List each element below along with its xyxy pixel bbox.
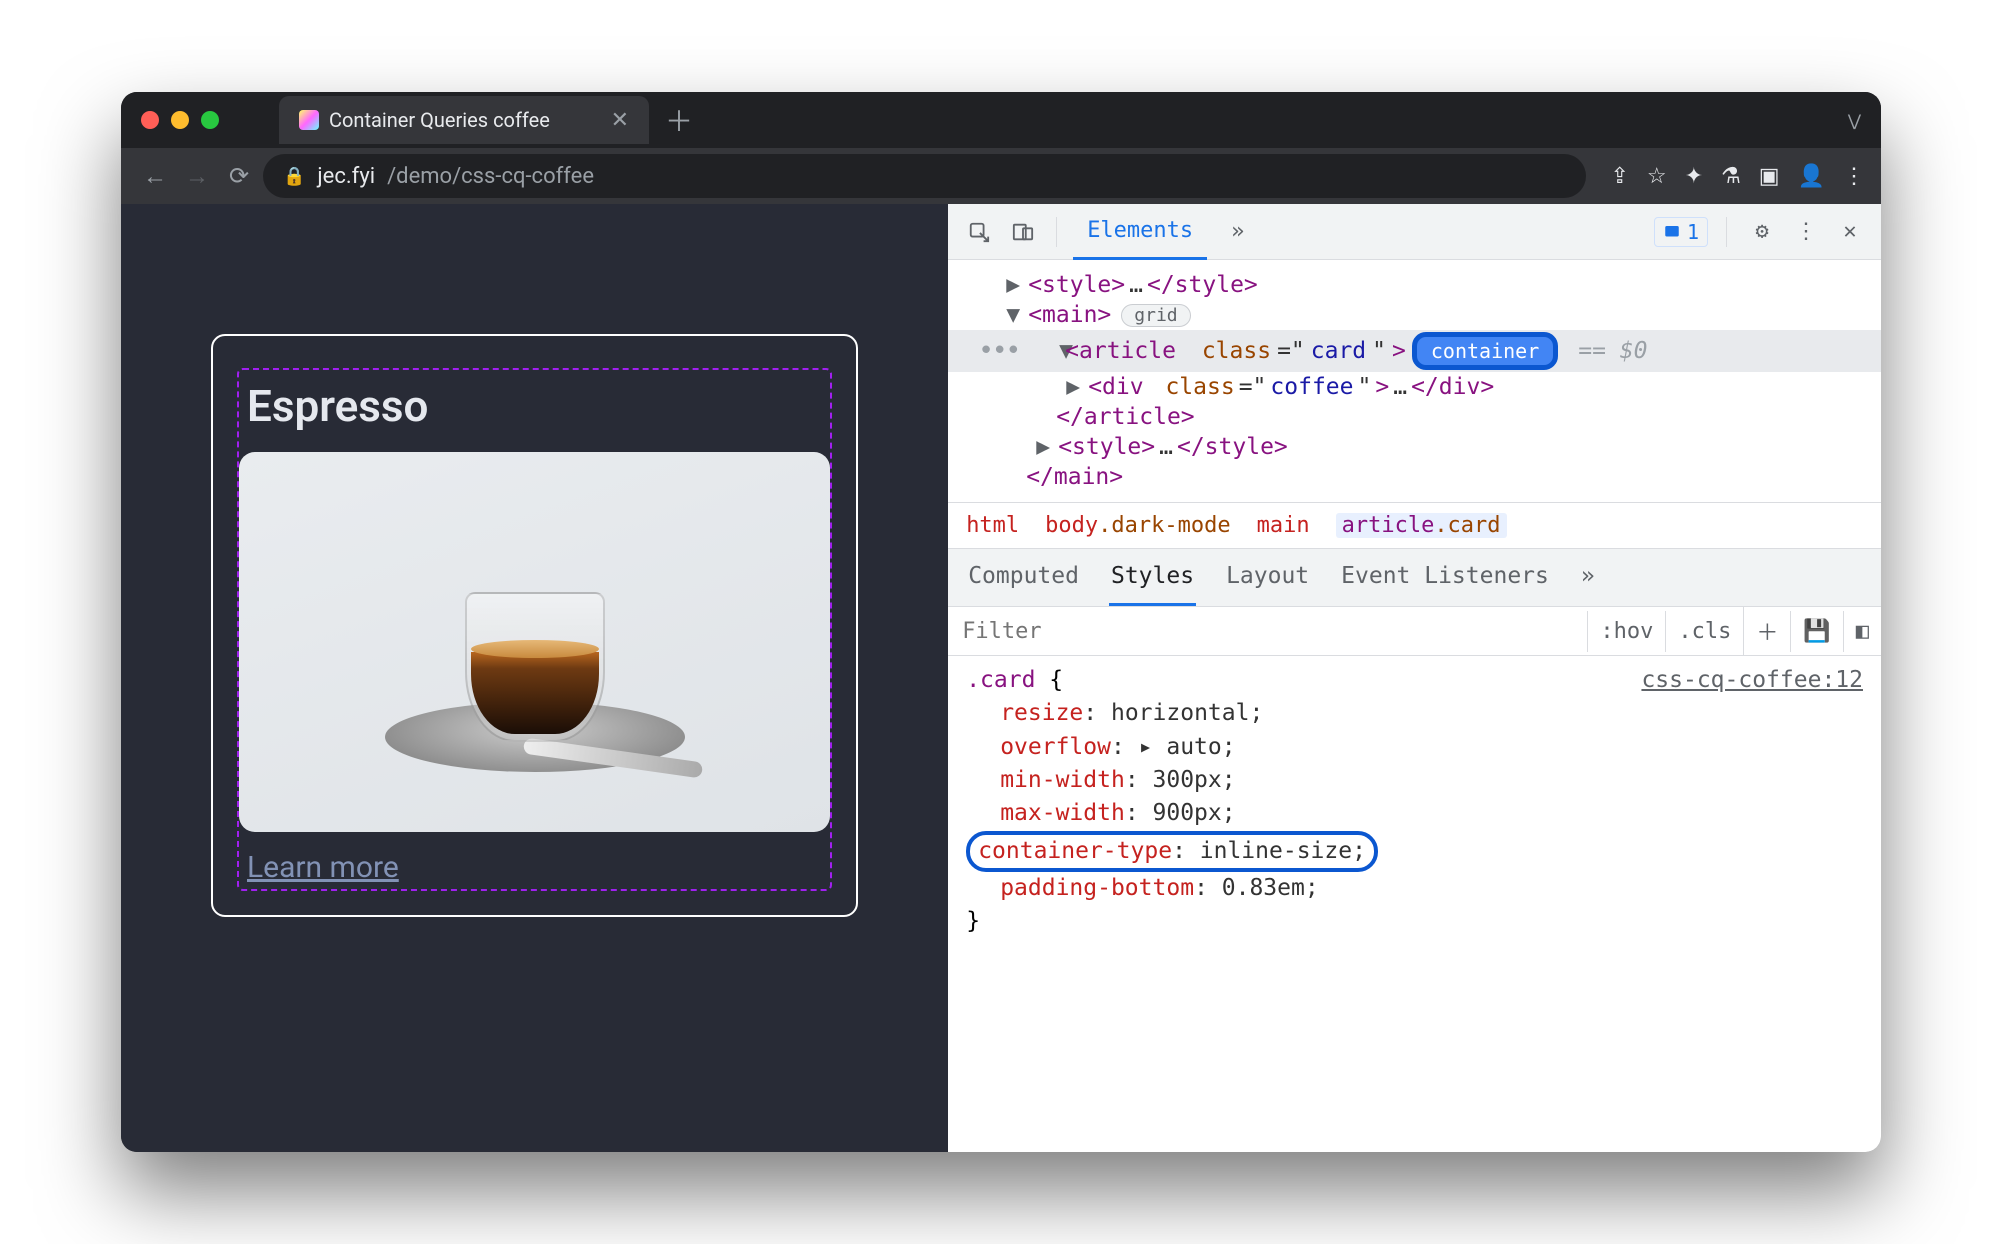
- toggle-sidebar-button[interactable]: ◧: [1843, 611, 1881, 652]
- new-rule-button[interactable]: ＋: [1743, 607, 1790, 655]
- css-declaration[interactable]: min-width: 300px;: [966, 764, 1863, 797]
- content-area: Espresso Learn more: [121, 204, 1881, 1152]
- store-as-global: == $0: [1578, 338, 1647, 364]
- crumb-html[interactable]: html: [966, 513, 1019, 538]
- devtools-menu-icon[interactable]: ⋮: [1789, 215, 1823, 249]
- labs-icon[interactable]: ⚗: [1721, 164, 1741, 189]
- crumb-main[interactable]: main: [1257, 513, 1310, 538]
- settings-icon[interactable]: ⚙: [1745, 215, 1779, 249]
- styles-filter-input[interactable]: [948, 609, 1587, 654]
- traffic-lights: [141, 111, 219, 129]
- computed-tab[interactable]: Computed: [966, 549, 1081, 606]
- close-tab-button[interactable]: ✕: [611, 108, 629, 133]
- maximize-window-button[interactable]: [201, 111, 219, 129]
- styles-filter-bar: :hov .cls ＋ 💾 ◧: [948, 606, 1881, 656]
- url-host: jec.fyi: [317, 164, 375, 189]
- css-declaration[interactable]: overflow: ▸ auto;: [966, 731, 1863, 764]
- dom-node[interactable]: ▶<div class="coffee">…</div>: [978, 372, 1881, 402]
- toolbar-actions: ⇪ ☆ ✦ ⚗ ▣ 👤 ⋮: [1610, 164, 1865, 189]
- crumb-body[interactable]: body.dark-mode: [1045, 513, 1230, 538]
- dom-node-selected[interactable]: ••• ▼ <article class="card"> container =…: [948, 330, 1881, 372]
- tab-title: Container Queries coffee: [329, 108, 550, 132]
- divider: [1056, 217, 1057, 247]
- rule-selector[interactable]: .card: [966, 667, 1035, 693]
- browser-tab[interactable]: Container Queries coffee ✕: [279, 96, 649, 144]
- grid-badge[interactable]: grid: [1121, 304, 1190, 327]
- tab-overflow-button[interactable]: ⋁: [1848, 111, 1861, 130]
- styles-pane[interactable]: .card { css-cq-coffee:12 resize: horizon…: [948, 656, 1881, 1152]
- layout-tab[interactable]: Layout: [1224, 549, 1311, 606]
- device-button[interactable]: 💾: [1790, 611, 1842, 652]
- menu-icon[interactable]: ⋮: [1843, 164, 1865, 189]
- elements-tab[interactable]: Elements: [1073, 204, 1207, 260]
- css-declaration[interactable]: resize: horizontal;: [966, 697, 1863, 730]
- back-button[interactable]: ←: [137, 158, 173, 194]
- event-listeners-tab[interactable]: Event Listeners: [1339, 549, 1551, 606]
- styles-tabbar: Computed Styles Layout Event Listeners »: [948, 548, 1881, 606]
- rule-close: }: [966, 905, 1863, 938]
- card-inner: Espresso Learn more: [237, 368, 832, 891]
- container-badge[interactable]: container: [1412, 332, 1558, 370]
- styles-tab[interactable]: Styles: [1109, 549, 1196, 606]
- side-panel-icon[interactable]: ▣: [1759, 164, 1780, 189]
- dom-node[interactable]: </article>: [978, 402, 1881, 432]
- issues-count: 1: [1687, 220, 1699, 244]
- url-path: /demo/css-cq-coffee: [387, 164, 594, 189]
- omnibox[interactable]: 🔒 jec.fyi/demo/css-cq-coffee: [263, 154, 1586, 198]
- forward-button[interactable]: →: [179, 158, 215, 194]
- dom-node[interactable]: </main>: [978, 462, 1881, 492]
- divider: [1726, 217, 1727, 247]
- reload-button[interactable]: ⟳: [221, 158, 257, 194]
- rule-header: .card { css-cq-coffee:12: [966, 664, 1863, 697]
- device-toggle-icon[interactable]: [1006, 215, 1040, 249]
- toolbar: ← → ⟳ 🔒 jec.fyi/demo/css-cq-coffee ⇪ ☆ ✦…: [121, 148, 1881, 204]
- devtools-tabbar: Elements » 1 ⚙ ⋮ ✕: [948, 204, 1881, 260]
- hov-button[interactable]: :hov: [1587, 611, 1665, 652]
- favicon-icon: [299, 110, 319, 130]
- close-devtools-button[interactable]: ✕: [1833, 215, 1867, 249]
- crumb-article[interactable]: article.card: [1336, 513, 1507, 538]
- dom-node[interactable]: ▶<style>…</style>: [978, 432, 1881, 462]
- card-image: [239, 452, 830, 832]
- devtools-panel: Elements » 1 ⚙ ⋮ ✕ ▶<style>…</style> ▼<m…: [948, 204, 1881, 1152]
- css-declaration-highlighted[interactable]: container-type: inline-size;: [966, 831, 1863, 872]
- rule-source-link[interactable]: css-cq-coffee:12: [1641, 664, 1863, 697]
- close-window-button[interactable]: [141, 111, 159, 129]
- learn-more-link[interactable]: Learn more: [239, 832, 830, 889]
- css-declaration[interactable]: padding-bottom: 0.83em;: [966, 872, 1863, 905]
- card: Espresso Learn more: [211, 334, 858, 917]
- card-title: Espresso: [239, 370, 830, 452]
- dom-node[interactable]: ▶<style>…</style>: [978, 270, 1881, 300]
- cls-button[interactable]: .cls: [1665, 611, 1743, 652]
- bookmark-icon[interactable]: ☆: [1647, 164, 1667, 189]
- profile-icon[interactable]: 👤: [1798, 164, 1825, 189]
- extensions-icon[interactable]: ✦: [1685, 164, 1703, 189]
- lock-icon: 🔒: [283, 166, 305, 187]
- share-icon[interactable]: ⇪: [1610, 164, 1628, 189]
- dom-node[interactable]: ▼<main>grid: [978, 300, 1881, 330]
- cup-shape: [465, 592, 605, 742]
- new-tab-button[interactable]: ＋: [665, 100, 693, 140]
- css-declaration[interactable]: max-width: 900px;: [966, 797, 1863, 830]
- browser-window: Container Queries coffee ✕ ＋ ⋁ ← → ⟳ 🔒 j…: [121, 92, 1881, 1152]
- inspect-icon[interactable]: [962, 215, 996, 249]
- more-tabs-button[interactable]: »: [1217, 205, 1258, 258]
- issues-badge[interactable]: 1: [1654, 217, 1708, 247]
- selected-indicator-icon: •••: [978, 336, 1019, 366]
- more-subtabs-button[interactable]: »: [1579, 549, 1597, 606]
- minimize-window-button[interactable]: [171, 111, 189, 129]
- breadcrumb: html body.dark-mode main article.card: [948, 502, 1881, 548]
- dom-tree[interactable]: ▶<style>…</style> ▼<main>grid ••• ▼ <art…: [948, 260, 1881, 502]
- titlebar: Container Queries coffee ✕ ＋ ⋁: [121, 92, 1881, 148]
- rendered-page: Espresso Learn more: [121, 204, 948, 1152]
